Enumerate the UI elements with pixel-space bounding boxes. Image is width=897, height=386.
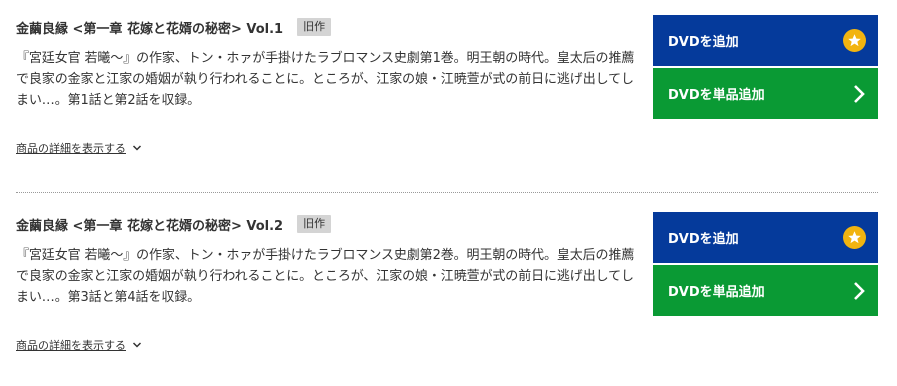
add-dvd-button[interactable]: DVDを追加: [653, 212, 878, 263]
star-icon: [843, 29, 866, 52]
add-dvd-single-label: DVDを単品追加: [668, 88, 765, 103]
add-dvd-button[interactable]: DVDを追加: [653, 15, 878, 66]
add-dvd-label: DVDを追加: [668, 35, 739, 50]
chevron-right-icon: [854, 282, 865, 300]
add-dvd-single-button[interactable]: DVDを単品追加: [653, 265, 878, 316]
product-description: 『宮廷女官 若曦～』の作家、トン・ホァが手掛けたラブロマンス史劇第2巻。明王朝の…: [16, 248, 635, 305]
show-details-label[interactable]: 商品の詳細を表示する: [16, 140, 126, 156]
show-details-label[interactable]: 商品の詳細を表示する: [16, 337, 126, 353]
divider: [16, 192, 878, 193]
product-item: 金繭良縁 <第一章 花嫁と花婿の秘密> Vol.2 旧作 『宮廷女官 若曦～』の…: [0, 197, 897, 386]
add-dvd-label: DVDを追加: [668, 232, 739, 247]
status-badge: 旧作: [297, 18, 332, 36]
chevron-down-icon: [132, 145, 142, 151]
add-dvd-single-button[interactable]: DVDを単品追加: [653, 68, 878, 119]
show-details-link[interactable]: 商品の詳細を表示する: [16, 337, 142, 353]
show-details-link[interactable]: 商品の詳細を表示する: [16, 140, 142, 156]
product-title-row: 金繭良縁 <第一章 花嫁と花婿の秘密> Vol.1 旧作: [16, 17, 332, 37]
product-title-row: 金繭良縁 <第一章 花嫁と花婿の秘密> Vol.2 旧作: [16, 214, 332, 234]
chevron-down-icon: [132, 342, 142, 348]
status-badge: 旧作: [297, 215, 332, 233]
product-title[interactable]: 金繭良縁 <第一章 花嫁と花婿の秘密> Vol.2: [16, 215, 283, 234]
chevron-right-icon: [854, 85, 865, 103]
star-icon: [843, 226, 866, 249]
product-title[interactable]: 金繭良縁 <第一章 花嫁と花婿の秘密> Vol.1: [16, 18, 283, 37]
add-dvd-single-label: DVDを単品追加: [668, 285, 765, 300]
product-description: 『宮廷女官 若曦～』の作家、トン・ホァが手掛けたラブロマンス史劇第1巻。明王朝の…: [16, 51, 635, 108]
product-item: 金繭良縁 <第一章 花嫁と花婿の秘密> Vol.1 旧作 『宮廷女官 若曦～』の…: [0, 0, 897, 193]
